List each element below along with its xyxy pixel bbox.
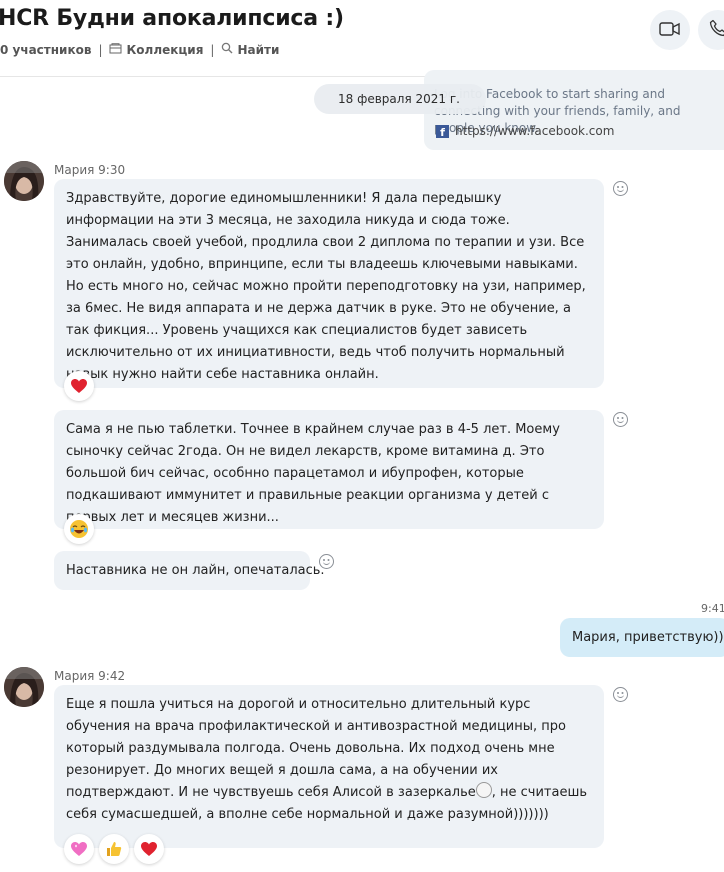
link-preview-url[interactable]: https://www.facebook.com	[455, 124, 614, 138]
message-bubble[interactable]: Наставника не он лайн, опечаталась.	[54, 551, 325, 590]
message-time: 9:41	[701, 602, 724, 615]
separator: |	[98, 42, 103, 57]
separator: |	[210, 42, 215, 57]
find-link[interactable]: Найти	[237, 43, 279, 57]
link-preview-url-row[interactable]: f https://www.facebook.com	[436, 124, 614, 138]
add-reaction-icon[interactable]	[613, 687, 628, 702]
chat-header: HCR Будни апокалипсиса :) 0 участников |…	[0, 0, 724, 77]
chat-meta: 0 участников | Коллекция | Найти	[0, 42, 279, 57]
video-camera-icon	[659, 21, 681, 40]
collection-link[interactable]: Коллекция	[126, 43, 203, 57]
search-icon	[221, 42, 233, 57]
date-separator: 18 февраля 2021 г.	[314, 84, 486, 114]
my-message-bubble[interactable]: Мария, приветствую)))	[560, 618, 724, 657]
thumbs-up-reaction[interactable]	[99, 834, 129, 864]
audio-call-button[interactable]	[698, 10, 724, 50]
avatar[interactable]	[4, 161, 44, 201]
facebook-icon: f	[436, 124, 449, 138]
phone-icon	[709, 19, 724, 41]
participants-link[interactable]: 0 участников	[0, 43, 91, 57]
message-text: Наставника не он лайн, опечаталась.	[66, 563, 325, 578]
message-bubble[interactable]: Еще я пошла учиться на дорогой и относит…	[54, 685, 604, 848]
add-reaction-icon[interactable]	[613, 412, 628, 427]
laughing-face-reaction[interactable]	[64, 514, 94, 544]
avatar[interactable]	[4, 667, 44, 707]
message-text: Здравствуйте, дорогие единомышленники! Я…	[66, 191, 586, 382]
sparkling-heart-reaction[interactable]	[64, 834, 94, 864]
add-reaction-icon[interactable]	[319, 554, 334, 569]
message-text: Мария, приветствую)))	[572, 630, 724, 645]
smile-emoticon-icon	[475, 782, 492, 798]
sender-name: Мария 9:30	[54, 163, 126, 177]
message-text: Еще я пошла учиться на дорогой и относит…	[66, 694, 592, 826]
message-text: Сама я не пью таблетки. Точнее в крайнем…	[66, 422, 560, 525]
collection-icon	[109, 42, 122, 57]
heart-reaction[interactable]	[134, 834, 164, 864]
video-call-button[interactable]	[650, 10, 690, 50]
message-bubble[interactable]: Сама я не пью таблетки. Точнее в крайнем…	[54, 410, 604, 529]
add-reaction-icon[interactable]	[613, 181, 628, 196]
chat-title[interactable]: HCR Будни апокалипсиса :)	[0, 6, 344, 31]
sender-name: Мария 9:42	[54, 669, 126, 683]
message-bubble[interactable]: Здравствуйте, дорогие единомышленники! Я…	[54, 179, 604, 388]
heart-reaction[interactable]	[64, 371, 94, 401]
